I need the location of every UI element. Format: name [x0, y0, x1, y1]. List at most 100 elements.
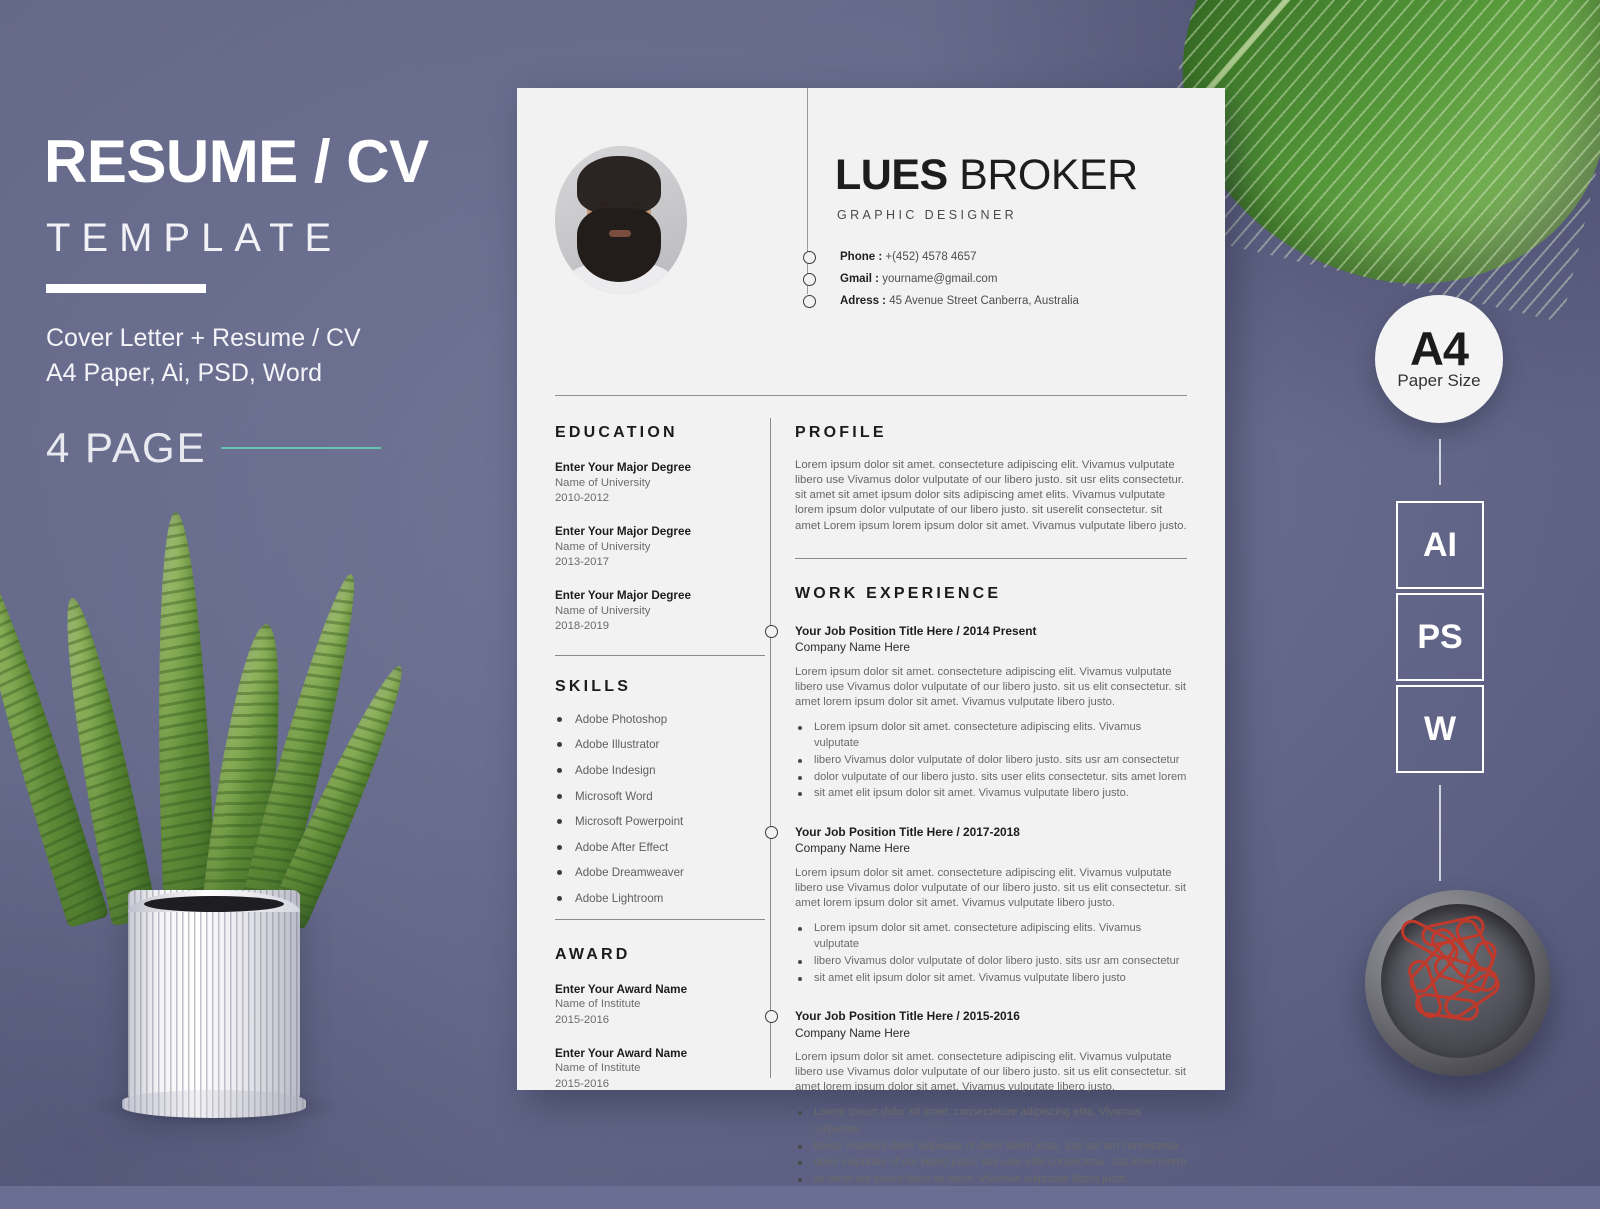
- skills-heading: SKILLS: [555, 677, 632, 695]
- resume-document[interactable]: LUES BROKER GRAPHIC DESIGNER Phone : +(4…: [517, 88, 1225, 1185]
- rail-connector-line-2: [1439, 785, 1441, 881]
- resume-header: LUES BROKER GRAPHIC DESIGNER Phone : +(4…: [555, 88, 1187, 350]
- contact-value-phone: +(452) 4578 4657: [885, 251, 977, 263]
- skill-item: Adobe Lightroom: [555, 893, 765, 905]
- plant-pot: [122, 890, 306, 1118]
- work-bullet: dolor vulputate of our libero justo. sit…: [795, 1154, 1187, 1171]
- education-title: Enter Your Major Degree: [555, 461, 691, 474]
- skill-item: Microsoft Powerpoint: [555, 816, 765, 828]
- promo-title: RESUME / CV: [44, 128, 429, 195]
- education-title: Enter Your Major Degree: [555, 524, 691, 538]
- work-title: Your Job Position Title Here / 2015-2016: [795, 1009, 1020, 1024]
- work-bullet: dolor vulputate of our libero justo. sit…: [795, 769, 1187, 786]
- work-bullet: Lorem ipsum dolor sit amet. consecteture…: [795, 920, 1187, 953]
- column-vertical-divider: [770, 418, 771, 1078]
- education-title: Enter Your Major Degree: [555, 588, 691, 602]
- timeline-dot-icon: [765, 1010, 778, 1024]
- format-badge-ps: PS: [1396, 593, 1484, 681]
- bowl-interior: [1381, 904, 1535, 1058]
- award-institute: Name of Institute: [555, 998, 641, 1011]
- promo-detail-line-2: A4 Paper, Ai, PSD, Word: [46, 358, 323, 387]
- contact-bullet-icon: [803, 272, 816, 286]
- left-divider-1: [555, 654, 765, 656]
- pot-ribs: [128, 890, 300, 1108]
- promo-divider: [46, 284, 206, 293]
- promo-block: RESUME / CV TEMPLATE Cover Letter + Resu…: [44, 132, 474, 472]
- skill-item: Microsoft Word: [555, 791, 765, 803]
- snake-plant-image: [0, 450, 419, 1126]
- skills-list: Adobe Photoshop Adobe Illustrator Adobe …: [555, 714, 765, 905]
- work-item: Your Job Position Title Here / 2014 Pres…: [765, 623, 1187, 802]
- work-bullet: libero Vivamus dolor vulputate of dolor …: [795, 752, 1187, 769]
- candidate-name: LUES BROKER: [835, 154, 1138, 197]
- promo-detail-line-1: Cover Letter + Resume / CV: [46, 324, 361, 352]
- profile-heading: PROFILE: [795, 424, 887, 441]
- promo-details: Cover Letter + Resume / CV A4 Paper, Ai,…: [46, 321, 474, 390]
- work-bullet: sit amet elit ipsum dolor sit amet. Viva…: [795, 970, 1187, 987]
- skill-item: Adobe Indesign: [555, 765, 765, 777]
- candidate-role: GRAPHIC DESIGNER: [837, 208, 1018, 222]
- work-company: Company Name Here: [795, 1025, 910, 1040]
- resume-left-column: EDUCATION Enter Your Major Degree Name o…: [555, 424, 765, 1110]
- work-company: Company Name Here: [795, 841, 910, 856]
- right-divider-1: [795, 557, 1187, 559]
- work-company: Company Name Here: [795, 640, 910, 655]
- education-dates: 2013-2017: [555, 556, 610, 569]
- rail-connector-line: [1439, 439, 1441, 485]
- award-item: Enter Your Award Name Name of Institute …: [555, 982, 765, 1029]
- skill-item: Adobe Photoshop: [555, 714, 765, 726]
- award-item: Enter Your Award Name Name of Institute …: [555, 1046, 765, 1093]
- contact-list: Phone : +(452) 4578 4657 Gmail : yournam…: [803, 248, 1079, 314]
- pot-foot: [122, 1090, 306, 1118]
- education-item: Enter Your Major Degree Name of Universi…: [555, 524, 765, 571]
- work-bullet: libero Vivamus dolor vulputate of dolor …: [795, 1138, 1187, 1155]
- skill-item: Adobe Dreamweaver: [555, 867, 765, 879]
- timeline-dot-icon: [765, 825, 778, 839]
- contact-label-phone: Phone :: [840, 251, 883, 263]
- work-body: Lorem ipsum dolor sit amet. consecteture…: [795, 866, 1186, 909]
- work-bullet: libero Vivamus dolor vulputate of dolor …: [795, 953, 1187, 970]
- contact-bullet-icon: [803, 294, 816, 308]
- education-dates: 2010-2012: [555, 492, 610, 505]
- profile-body: Lorem ipsum dolor sit amet. consecteture…: [795, 459, 1187, 532]
- header-horizontal-rule: [555, 395, 1187, 396]
- award-dates: 2015-2016: [555, 1013, 610, 1026]
- work-body: Lorem ipsum dolor sit amet. consecteture…: [795, 1051, 1186, 1094]
- education-school: Name of University: [555, 604, 651, 617]
- promo-page-accent-line: [220, 447, 381, 449]
- contact-label-address: Adress :: [840, 295, 887, 307]
- candidate-first-name: LUES: [835, 151, 948, 199]
- work-bullet: Lorem ipsum dolor sit amet. consecteture…: [795, 719, 1187, 752]
- timeline-dot-icon: [765, 624, 778, 638]
- pot-soil: [144, 896, 284, 912]
- paperclip-bowl-image: [1365, 890, 1551, 1076]
- work-bullet-list: Lorem ipsum dolor sit amet. consecteture…: [795, 920, 1187, 987]
- work-bullet: Lorem ipsum dolor sit amet. consecteture…: [795, 1104, 1187, 1137]
- format-badge-ai: AI: [1396, 501, 1484, 589]
- paper-size-value: A4: [1409, 321, 1469, 375]
- paper-size-badge: A4 Paper Size: [1375, 295, 1503, 423]
- format-badge-word: W: [1396, 685, 1484, 773]
- contact-value-gmail: yourname@gmail.com: [882, 273, 998, 285]
- candidate-last-name: BROKER: [959, 151, 1138, 199]
- contact-row-phone: Phone : +(452) 4578 4657: [803, 248, 1079, 266]
- paper-size-label: Paper Size: [1397, 371, 1481, 391]
- work-bullet-list: Lorem ipsum dolor sit amet. consecteture…: [795, 1104, 1187, 1187]
- contact-row-address: Adress : 45 Avenue Street Canberra, Aust…: [803, 292, 1079, 310]
- award-dates: 2015-2016: [555, 1077, 610, 1090]
- contact-value-address: 45 Avenue Street Canberra, Australia: [889, 295, 1079, 307]
- plant-leaf: [149, 511, 216, 923]
- work-bullet: sit amet elit ipsum dolor sit amet. Viva…: [795, 785, 1187, 802]
- award-institute: Name of Institute: [555, 1062, 641, 1075]
- contact-row-gmail: Gmail : yourname@gmail.com: [803, 270, 1079, 288]
- contact-label-gmail: Gmail :: [840, 273, 879, 285]
- format-rail: A4 Paper Size AI PS W: [1375, 295, 1505, 881]
- work-bullet-list: Lorem ipsum dolor sit amet. consecteture…: [795, 719, 1187, 802]
- education-school: Name of University: [555, 476, 651, 489]
- skill-item: Adobe Illustrator: [555, 739, 765, 751]
- promo-subtitle: TEMPLATE: [46, 216, 343, 260]
- education-school: Name of University: [555, 540, 651, 553]
- work-bullet: sit amet elit ipsum dolor sit amet. Viva…: [795, 1171, 1187, 1188]
- contact-bullet-icon: [803, 250, 816, 264]
- left-divider-2: [555, 918, 765, 920]
